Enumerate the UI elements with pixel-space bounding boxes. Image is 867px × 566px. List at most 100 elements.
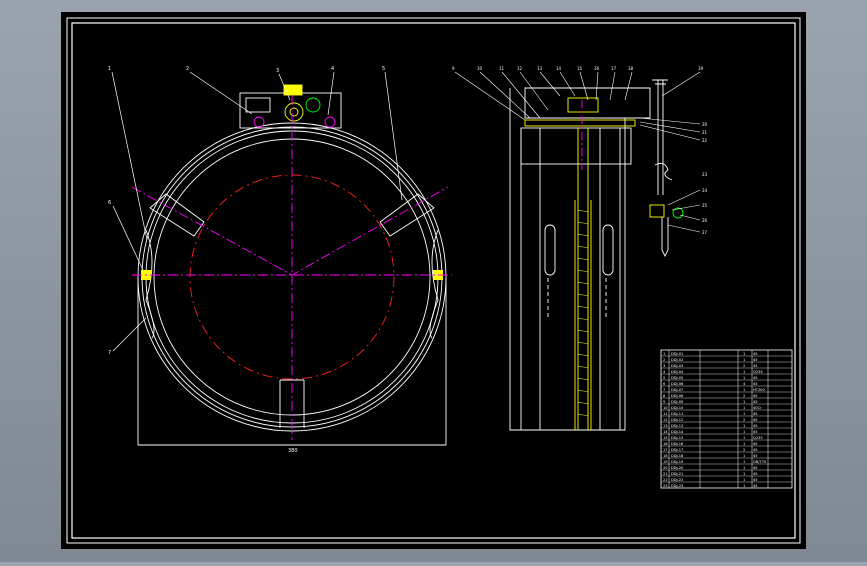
balloon-label: 10 xyxy=(477,66,483,71)
table-cell-no: 1 xyxy=(663,352,665,356)
table-cell-name: DDJ-22 xyxy=(671,478,683,482)
table-cell-material: 45 xyxy=(753,418,758,422)
table-cell-no: 13 xyxy=(663,424,668,428)
table-cell-material: 45 xyxy=(753,352,758,356)
table-cell-qty: 1 xyxy=(743,352,745,356)
table-cell-qty: 2 xyxy=(743,364,745,368)
table-cell-material: 45 xyxy=(753,400,758,404)
table-cell-no: 5 xyxy=(663,376,665,380)
table-cell-no: 19 xyxy=(663,460,668,464)
table-cell-name: DDJ-12 xyxy=(671,418,683,422)
balloon-label: 4 xyxy=(331,66,334,72)
balloon-label: 15 xyxy=(577,66,583,71)
table-cell-name: DDJ-03 xyxy=(671,364,683,368)
table-cell-no: 11 xyxy=(663,412,668,416)
table-cell-name: DDJ-01 xyxy=(671,352,683,356)
table-cell-qty: 1 xyxy=(743,412,745,416)
table-cell-no: 17 xyxy=(663,448,668,452)
table-cell-material: HT200 xyxy=(753,388,765,392)
cad-viewport[interactable]: 1 2 3 4 5 6 7 380 9 10 11 12 13 14 15 16… xyxy=(0,0,867,562)
table-cell-no: 12 xyxy=(663,418,668,422)
table-cell-no: 18 xyxy=(663,454,668,458)
balloon-label: 3 xyxy=(276,68,279,74)
table-cell-material: 45 xyxy=(753,394,758,398)
table-cell-material: 45 xyxy=(753,472,758,476)
table-cell-no: 7 xyxy=(663,388,665,392)
table-cell-no: 22 xyxy=(663,478,668,482)
table-cell-name: DDJ-18 xyxy=(671,454,684,458)
table-cell-material: 45 xyxy=(753,454,758,458)
balloon-label: 26 xyxy=(702,218,708,223)
balloon-label: 16 xyxy=(594,66,600,71)
table-cell-name: DDJ-21 xyxy=(671,472,683,476)
table-cell-material: 45 xyxy=(753,358,758,362)
table-cell-qty: 1 xyxy=(743,388,745,392)
table-cell-name: DDJ-08 xyxy=(671,394,684,398)
table-cell-name: DDJ-06 xyxy=(671,382,684,386)
table-cell-qty: 2 xyxy=(743,448,745,452)
cad-drawing-canvas[interactable]: 1 2 3 4 5 6 7 380 9 10 11 12 13 14 15 16… xyxy=(0,0,867,562)
table-cell-material: 45 xyxy=(753,478,758,482)
table-cell-qty: 1 xyxy=(743,358,745,362)
balloon-label: 14 xyxy=(556,66,562,71)
balloon-label: 12 xyxy=(517,66,523,71)
table-cell-qty: 1 xyxy=(743,424,745,428)
table-cell-qty: 1 xyxy=(743,460,745,464)
balloon-label: 2 xyxy=(186,66,189,72)
table-cell-name: DDJ-19 xyxy=(671,460,684,464)
table-cell-name: DDJ-02 xyxy=(671,358,683,362)
table-cell-no: 2 xyxy=(663,358,665,362)
balloon-label: 24 xyxy=(702,188,708,193)
table-cell-no: 23 xyxy=(663,484,668,488)
balloon-label: 19 xyxy=(698,66,704,71)
table-cell-material: 45 xyxy=(753,376,758,380)
table-cell-qty: 2 xyxy=(743,418,745,422)
table-cell-name: DDJ-20 xyxy=(671,466,684,470)
table-cell-material: 40Cr xyxy=(753,406,762,410)
table-cell-qty: 1 xyxy=(743,370,745,374)
table-cell-qty: 1 xyxy=(743,466,745,470)
table-cell-qty: 1 xyxy=(743,484,745,488)
width-dimension: 380 xyxy=(288,448,298,454)
balloon-label: 18 xyxy=(628,66,634,71)
balloon-label: 27 xyxy=(702,230,708,235)
balloon-label: 21 xyxy=(702,130,708,135)
balloon-label: 1 xyxy=(108,66,111,72)
table-cell-name: DDJ-10 xyxy=(671,406,684,410)
table-cell-material: 45 xyxy=(753,412,758,416)
table-cell-no: 20 xyxy=(663,466,668,470)
table-cell-no: 16 xyxy=(663,442,668,446)
table-cell-name: DDJ-11 xyxy=(671,412,683,416)
table-cell-material: 45 xyxy=(753,448,758,452)
balloon-label: 11 xyxy=(499,66,505,71)
table-cell-name: DDJ-04 xyxy=(671,370,684,374)
table-cell-name: DDJ-14 xyxy=(671,430,684,434)
table-cell-material: Q235 xyxy=(753,370,763,374)
table-cell-name: DDJ-13 xyxy=(671,424,683,428)
balloon-label: 20 xyxy=(702,122,708,127)
drive-bracket xyxy=(283,84,303,96)
table-cell-material: 45 xyxy=(753,442,758,446)
table-cell-qty: 1 xyxy=(743,472,745,476)
balloon-label: 22 xyxy=(702,138,708,143)
table-cell-no: 3 xyxy=(663,364,665,368)
table-cell-name: DDJ-15 xyxy=(671,436,683,440)
table-cell-no: 15 xyxy=(663,436,668,440)
balloon-label: 7 xyxy=(108,350,111,356)
balloon-label: 13 xyxy=(537,66,543,71)
table-cell-qty: 2 xyxy=(743,394,745,398)
table-cell-material: 45 xyxy=(753,364,758,368)
table-cell-no: 14 xyxy=(663,430,668,434)
table-cell-no: 10 xyxy=(663,406,668,410)
table-cell-material: 45 xyxy=(753,484,758,488)
table-cell-material: 45 xyxy=(753,424,758,428)
balloon-label: 23 xyxy=(702,172,708,177)
table-cell-name: DDJ-23 xyxy=(671,484,683,488)
balloon-label: 17 xyxy=(611,66,617,71)
table-cell-name: DDJ-09 xyxy=(671,400,684,404)
table-cell-qty: 1 xyxy=(743,436,745,440)
table-cell-material: Q235 xyxy=(753,436,763,440)
table-cell-qty: 1 xyxy=(743,406,745,410)
table-cell-qty: 1 xyxy=(743,400,745,404)
balloon-label: 5 xyxy=(382,66,385,72)
